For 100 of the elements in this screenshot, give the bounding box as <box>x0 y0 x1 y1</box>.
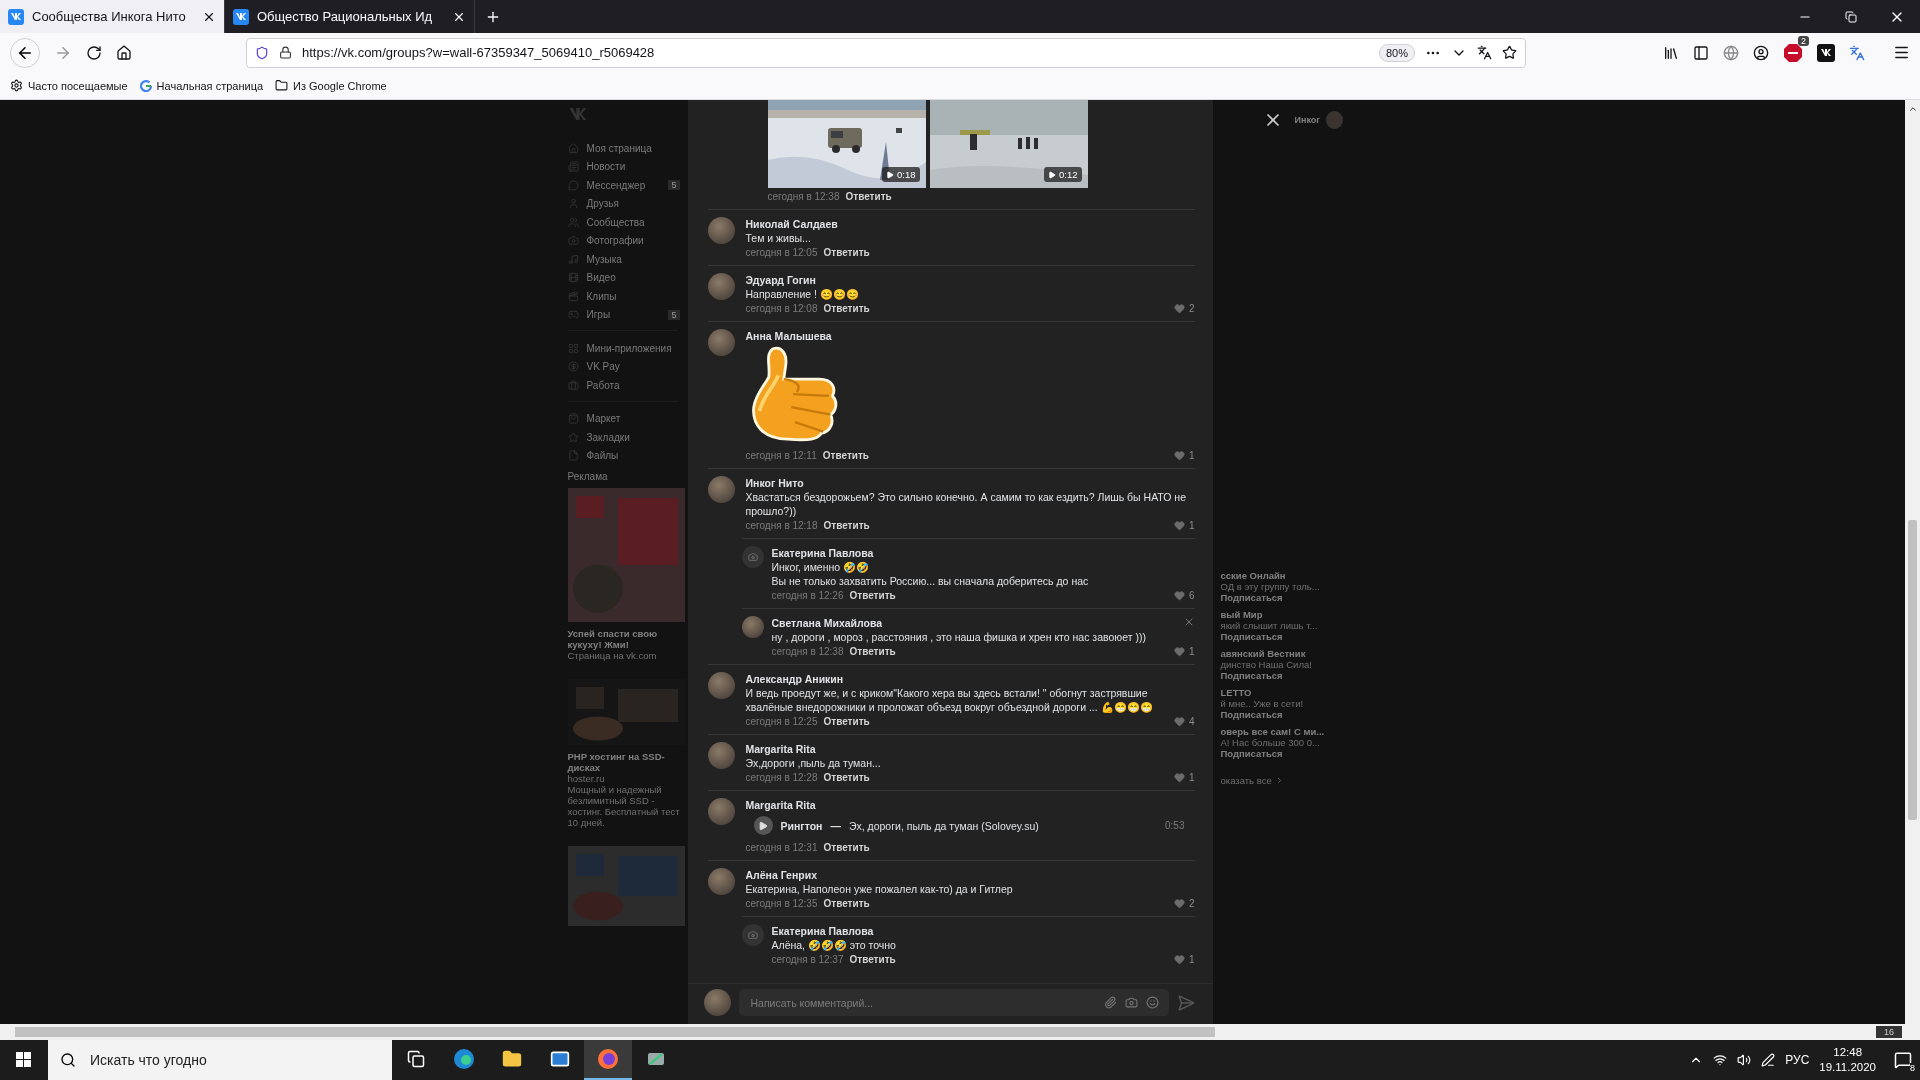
reply-link[interactable]: Ответить <box>845 191 892 202</box>
heart-icon[interactable] <box>1173 303 1185 314</box>
sidebar-icon[interactable] <box>1693 44 1709 61</box>
menu-item[interactable]: Сообщества <box>567 213 688 232</box>
menu-item[interactable]: Друзья <box>567 194 688 213</box>
user-name[interactable]: Инког <box>1294 115 1321 125</box>
avatar[interactable] <box>707 273 735 300</box>
heart-icon[interactable] <box>1173 716 1185 727</box>
menu-item[interactable]: Мини-приложения <box>567 339 688 358</box>
reply-link[interactable]: Ответить <box>823 898 870 909</box>
library-icon[interactable] <box>1663 44 1679 61</box>
author-name[interactable]: Анна Малышева <box>745 329 1195 343</box>
author-name[interactable]: Светлана Михайлова <box>771 616 1195 630</box>
comment-box[interactable]: Написать комментарий... <box>738 989 1169 1016</box>
menu-item[interactable]: Моя страница <box>567 139 688 158</box>
subscribe-link[interactable]: Подписаться <box>1220 631 1343 642</box>
menu-item[interactable]: Фотографии <box>567 231 688 250</box>
avatar-placeholder[interactable] <box>741 546 764 568</box>
author-name[interactable]: Margarita Rita <box>745 798 1195 812</box>
avatar[interactable] <box>707 798 735 825</box>
search-field[interactable]: Искать что угодно <box>88 1051 380 1069</box>
reply-link[interactable]: Ответить <box>823 842 870 853</box>
author-name[interactable]: Екатерина Павлова <box>771 546 1195 560</box>
reload-icon[interactable] <box>86 44 102 61</box>
menu-item[interactable]: Клипы <box>567 287 688 306</box>
reply-link[interactable]: Ответить <box>823 772 870 783</box>
author-name[interactable]: Александр Аникин <box>745 672 1195 686</box>
community-name[interactable]: вый Мир <box>1220 609 1343 620</box>
menu-item[interactable]: Новости <box>567 157 688 176</box>
reply-link[interactable]: Ответить <box>849 646 896 657</box>
reply-link[interactable]: Ответить <box>849 954 896 965</box>
author-name[interactable]: Алёна Генрих <box>745 868 1195 882</box>
reply-link[interactable]: Ответить <box>823 303 870 314</box>
vk-icon[interactable] <box>1817 43 1835 62</box>
menu-item[interactable]: Музыка <box>567 250 688 269</box>
bookmark[interactable]: Из Google Chrome <box>275 79 387 92</box>
bookmark[interactable]: Начальная страница <box>139 79 264 92</box>
comment-field[interactable]: Написать комментарий... <box>748 995 1096 1010</box>
star-icon[interactable] <box>1502 45 1517 60</box>
avatar[interactable] <box>707 476 735 503</box>
menu-item[interactable]: VK Pay <box>567 357 688 376</box>
scrollbar-thumb[interactable] <box>15 1027 1215 1037</box>
subscribe-link[interactable]: Подписаться <box>1220 592 1343 603</box>
community-name[interactable]: оверь все сам! С ми... <box>1220 726 1343 737</box>
globe-icon[interactable] <box>1723 44 1739 61</box>
clock[interactable]: 12:48 19.11.2020 <box>1819 1045 1876 1075</box>
home-icon[interactable] <box>116 44 132 61</box>
reply-link[interactable]: Ответить <box>823 716 870 727</box>
subscribe-link[interactable]: Подписаться <box>1220 748 1343 759</box>
menu-icon[interactable] <box>1893 44 1910 61</box>
scrollbar-thumb[interactable] <box>1908 520 1917 820</box>
heart-icon[interactable] <box>1173 954 1185 965</box>
stop-sign-icon[interactable] <box>1783 42 1803 63</box>
bookmark[interactable]: Часто посещаемые <box>10 79 128 92</box>
menu-item[interactable]: Файлы <box>567 446 688 465</box>
heart-icon[interactable] <box>1173 646 1185 657</box>
subscribe-link[interactable]: Подписаться <box>1220 670 1343 681</box>
reply-link[interactable]: Ответить <box>822 450 869 461</box>
play-icon[interactable] <box>758 820 768 831</box>
community-name[interactable]: авянский Вестник <box>1220 648 1343 659</box>
menu-item[interactable]: Работа <box>567 376 688 395</box>
play-button[interactable] <box>753 816 773 835</box>
author-name[interactable]: Эдуард Гогин <box>745 273 1195 287</box>
heart-icon[interactable] <box>1173 898 1185 909</box>
avatar[interactable] <box>707 868 735 895</box>
heart-icon[interactable] <box>1173 772 1185 783</box>
search-box[interactable]: Искать что угодно <box>48 1040 392 1080</box>
heart-icon[interactable] <box>1173 590 1185 601</box>
menu-item[interactable]: Игры 5 <box>567 305 688 324</box>
author-name[interactable]: Николай Салдаев <box>745 217 1195 231</box>
address-bar[interactable]: https://vk.com/groups?w=wall-67359347_5069410_r5069428 80% <box>246 37 1526 68</box>
reply-link[interactable]: Ответить <box>823 247 870 258</box>
subscribe-link[interactable]: Подписаться <box>1220 709 1343 720</box>
avatar[interactable] <box>741 616 764 638</box>
reply-link[interactable]: Ответить <box>849 590 896 601</box>
menu-item[interactable]: Видео <box>567 268 688 287</box>
author-name[interactable]: Margarita Rita <box>745 742 1195 756</box>
scroll-up-icon[interactable] <box>1907 104 1918 114</box>
author-name[interactable]: Екатерина Павлова <box>771 924 1195 938</box>
avatar[interactable] <box>707 329 735 356</box>
community-name[interactable]: сские Онлайн <box>1220 570 1343 581</box>
menu-item[interactable]: Мессенджер 5 <box>567 176 688 195</box>
avatar[interactable] <box>707 742 735 769</box>
author-name[interactable]: Инког Нито <box>745 476 1195 490</box>
avatar-placeholder[interactable] <box>741 924 764 946</box>
audio-track[interactable]: Рингтон — Эх, дороги, пыль да туман (Solovey.su) 0:53 <box>745 812 1195 840</box>
translate-icon[interactable] <box>1477 45 1492 60</box>
language-indicator[interactable]: РУС <box>1785 1053 1810 1067</box>
community-name[interactable]: LETTO <box>1220 687 1343 698</box>
ad-title[interactable]: Успей спасти свою кукуху! Жми! <box>567 628 685 650</box>
reply-link[interactable]: Ответить <box>823 520 870 531</box>
ad-title[interactable]: PHP хостинг на SSD-дисках <box>567 751 685 773</box>
menu-item[interactable]: Закладки <box>567 428 688 447</box>
show-all-link[interactable]: оказать все <box>1220 775 1272 786</box>
account-icon[interactable] <box>1753 44 1769 61</box>
avatar[interactable] <box>707 672 735 699</box>
menu-item[interactable]: Маркет <box>567 409 688 428</box>
browser-tab[interactable]: Сообщества Инкога Нито <box>0 0 225 33</box>
avatar[interactable] <box>707 217 735 244</box>
heart-icon[interactable] <box>1173 520 1185 531</box>
